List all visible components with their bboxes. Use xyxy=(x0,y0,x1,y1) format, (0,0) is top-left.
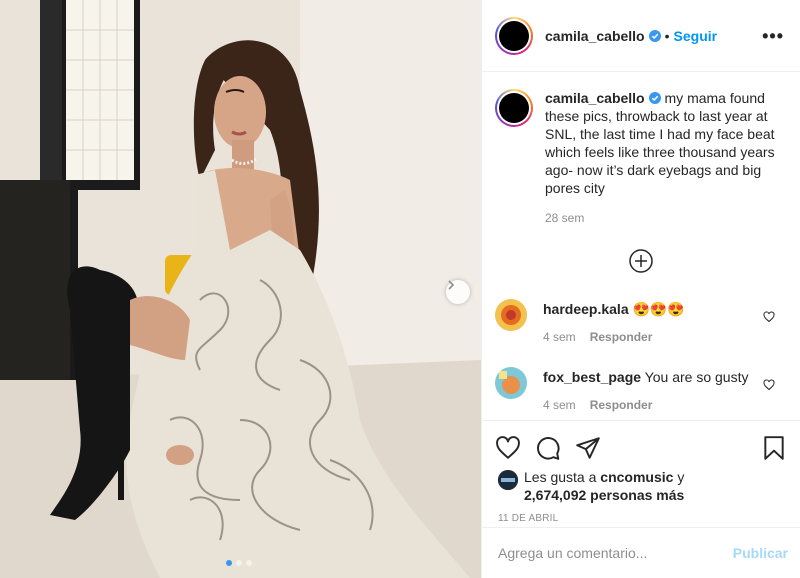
caption-time[interactable]: 28 sem xyxy=(545,209,775,227)
follow-button[interactable]: Seguir xyxy=(674,28,718,44)
like-comment-heart-icon[interactable] xyxy=(763,379,775,391)
carousel-indicator xyxy=(226,560,252,566)
carousel-dot-active xyxy=(226,560,232,566)
comment-bubble-icon[interactable] xyxy=(535,435,561,461)
reply-button[interactable]: Responder xyxy=(590,398,653,412)
likes-connector: y xyxy=(677,469,685,485)
verified-badge-icon xyxy=(648,29,661,42)
post-photo[interactable] xyxy=(0,0,481,578)
comment-avatar[interactable] xyxy=(495,367,527,399)
like-comment-heart-icon[interactable] xyxy=(763,311,775,323)
comment-time[interactable]: 4 sem xyxy=(543,398,576,412)
comment-time[interactable]: 4 sem xyxy=(543,330,576,344)
like-heart-icon[interactable] xyxy=(495,435,521,461)
avatar[interactable] xyxy=(495,16,533,55)
comment-username[interactable]: fox_best_page xyxy=(543,369,641,385)
header-username[interactable]: camila_cabello xyxy=(545,28,645,44)
caption-username[interactable]: camila_cabello xyxy=(545,90,645,106)
likes-prefix: Les gusta a xyxy=(524,469,597,485)
carousel-dot xyxy=(246,560,252,566)
comment-item: hardeep.kala 😍😍😍 4 sem Responder xyxy=(495,299,795,346)
share-paper-plane-icon[interactable] xyxy=(575,435,601,461)
comment-text: 😍😍😍 xyxy=(632,301,685,317)
liker-avatar[interactable] xyxy=(498,470,518,490)
post-actions-area: Les gusta a cncomusic y 2,674,092 person… xyxy=(482,420,800,524)
verified-badge-icon xyxy=(648,92,661,104)
post-caption: camila_cabello my mama found these pics,… xyxy=(482,73,800,227)
post-date[interactable]: 11 DE ABRIL xyxy=(482,504,800,524)
post-photo-illustration xyxy=(0,0,481,578)
carousel-dot xyxy=(236,560,242,566)
comment-text: You are so gusty xyxy=(644,369,749,385)
carousel-next-button[interactable] xyxy=(446,280,470,304)
post-side-panel: camila_cabello • Seguir ••• camila_cabel… xyxy=(481,0,800,578)
header-separator: • xyxy=(664,27,670,44)
action-bar xyxy=(482,421,800,467)
reply-button[interactable]: Responder xyxy=(590,330,653,344)
caption-avatar[interactable] xyxy=(495,89,533,127)
liker-username[interactable]: cncomusic xyxy=(600,469,673,485)
comment-username[interactable]: hardeep.kala xyxy=(543,301,629,317)
chevron-right-icon xyxy=(448,280,455,290)
comment-avatar[interactable] xyxy=(495,299,527,331)
comment-item: fox_best_page You are so gusty 4 sem Resp… xyxy=(495,367,795,414)
publish-button[interactable]: Publicar xyxy=(733,545,788,561)
likes-count[interactable]: 2,674,092 personas más xyxy=(524,487,684,503)
comments-section[interactable]: camila_cabello my mama found these pics,… xyxy=(482,73,800,420)
more-options-icon[interactable]: ••• xyxy=(762,27,784,45)
post-header: camila_cabello • Seguir ••• xyxy=(482,0,800,72)
save-bookmark-icon[interactable] xyxy=(761,435,787,461)
add-comment-bar: Publicar xyxy=(482,527,800,578)
load-more-comments-icon[interactable] xyxy=(628,248,654,274)
likes-summary: Les gusta a cncomusic y 2,674,092 person… xyxy=(482,468,800,504)
comment-input[interactable] xyxy=(498,545,733,561)
